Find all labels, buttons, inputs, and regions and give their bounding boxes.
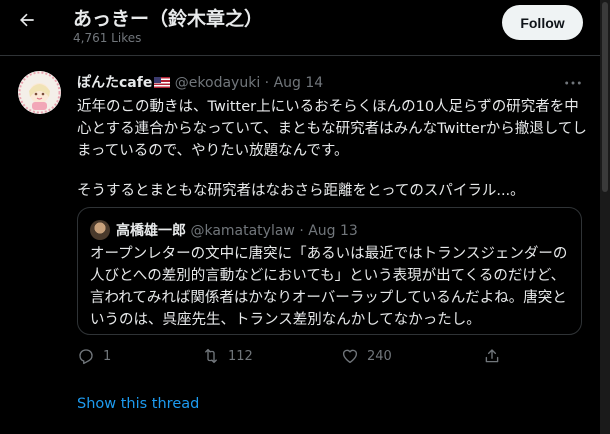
- heart-icon: [342, 349, 358, 364]
- us-flag-icon: [154, 77, 171, 88]
- reply-button[interactable]: 1: [77, 347, 111, 365]
- quote-separator-dot: ·: [299, 223, 304, 239]
- back-button[interactable]: [16, 10, 38, 32]
- profile-header: あっきー（鈴木章之） 4,761 Likes Follow: [0, 0, 600, 56]
- like-count: 240: [367, 348, 392, 364]
- quote-avatar: [90, 220, 110, 240]
- avatar[interactable]: [18, 71, 61, 114]
- scrollbar[interactable]: [600, 0, 610, 434]
- more-button[interactable]: [564, 74, 582, 90]
- share-button[interactable]: [483, 347, 501, 365]
- quoted-tweet[interactable]: 高橋雄一郎 @kamatatylaw · Aug 13 オープンレターの文中に唐…: [77, 207, 582, 335]
- tweet-text: 近年のこの動きは、Twitter上にいるおそらくほんの10人足らずの研究者を中心…: [77, 96, 587, 202]
- tweet-date[interactable]: Aug 14: [274, 75, 324, 91]
- scrollbar-thumb[interactable]: [602, 2, 608, 192]
- retweet-button[interactable]: 112: [202, 347, 253, 365]
- retweet-icon: [205, 348, 217, 364]
- retweet-count: 112: [228, 348, 253, 364]
- reply-icon: [79, 349, 93, 365]
- more-horizontal-icon: [565, 81, 581, 85]
- tweet-paragraph-2: そうするとまともな研究者はなおさら距離をとってのスパイラル...。: [77, 183, 525, 199]
- separator-dot: ·: [264, 75, 270, 91]
- share-icon: [485, 349, 499, 363]
- quote-text: オープンレターの文中に唐突に「あるいは最近ではトランスジェンダーの人びとへの差別…: [90, 246, 568, 328]
- author-name[interactable]: ぽんたcafe: [77, 75, 152, 91]
- quote-header: 高橋雄一郎 @kamatatylaw · Aug 13: [116, 220, 358, 240]
- author-handle[interactable]: @ekodayuki: [175, 75, 260, 91]
- likes-count: 4,761 Likes: [73, 31, 142, 45]
- tweet-paragraph-1: 近年のこの動きは、Twitter上にいるおそらくほんの10人足らずの研究者を中心…: [77, 99, 587, 159]
- show-thread-link[interactable]: Show this thread: [77, 396, 199, 412]
- reply-count: 1: [103, 348, 112, 364]
- like-button[interactable]: 240: [341, 347, 392, 365]
- tweet-actions: 1 112 240: [77, 347, 517, 371]
- quote-author-name: 高橋雄一郎: [116, 223, 186, 239]
- quote-date: Aug 13: [308, 223, 358, 239]
- quote-author-handle: @kamatatylaw: [190, 223, 295, 239]
- profile-title: あっきー（鈴木章之）: [73, 8, 264, 30]
- arrow-left-icon: [20, 13, 34, 27]
- app-frame: あっきー（鈴木章之） 4,761 Likes Follow ぽんたcafe @e…: [0, 0, 610, 434]
- avatar-image-icon: [18, 71, 61, 114]
- tweet-header: ぽんたcafe @ekodayuki · Aug 14: [77, 72, 323, 92]
- follow-button[interactable]: Follow: [502, 5, 583, 40]
